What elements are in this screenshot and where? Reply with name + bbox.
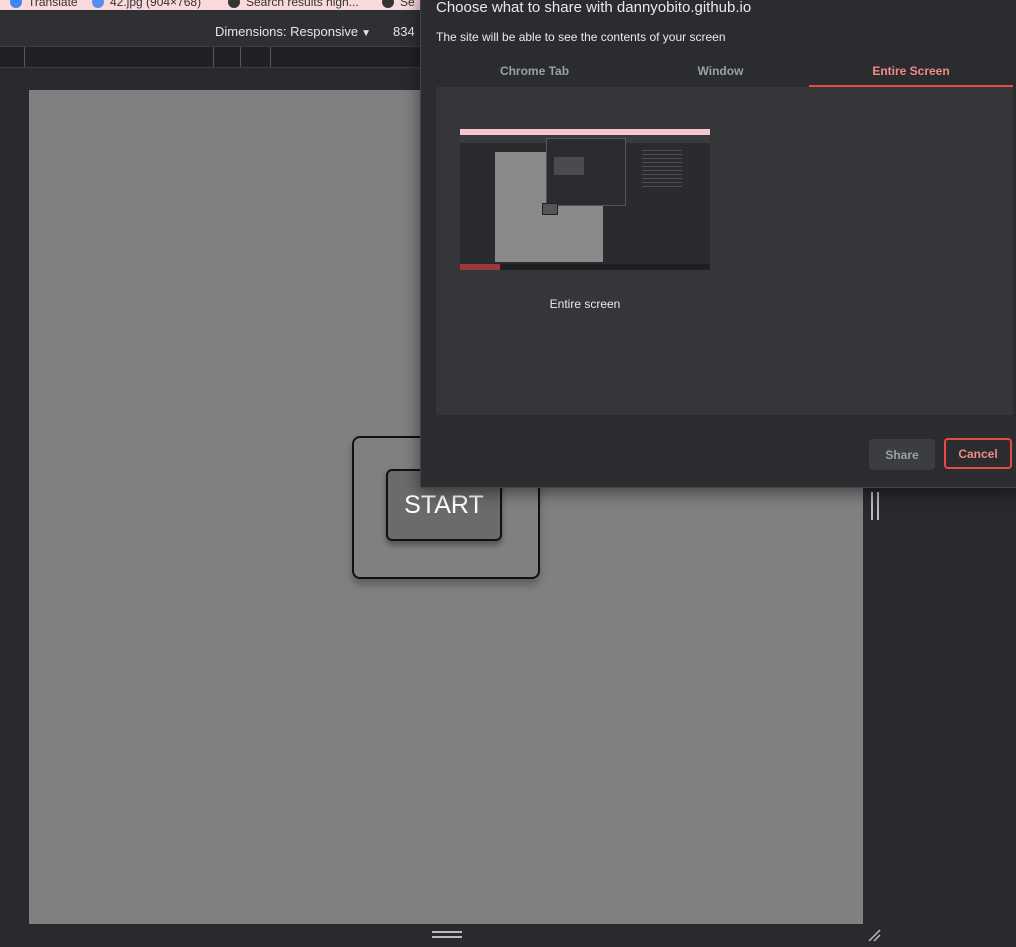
ruler-tick: [24, 47, 25, 67]
share-screen-dialog: Choose what to share with dannyobito.git…: [420, 0, 1016, 488]
ruler-tick: [213, 47, 214, 67]
caret-down-icon: ▼: [361, 28, 371, 39]
share-tabs: Chrome Tab Window Entire Screen: [436, 56, 1013, 88]
thumb-detail: [542, 203, 558, 215]
width-input[interactable]: 834: [393, 24, 415, 39]
thumb-detail: [460, 264, 500, 270]
dialog-title: Choose what to share with dannyobito.git…: [436, 0, 752, 16]
translate-icon: [10, 0, 22, 8]
resize-handle-right[interactable]: [871, 492, 879, 520]
share-button[interactable]: Share: [869, 439, 935, 470]
globe-icon: [382, 0, 394, 8]
bookmark-label: 42.jpg (904×768): [110, 0, 202, 9]
resize-grip-icon[interactable]: [866, 927, 882, 943]
bookmark-label: Translate: [28, 0, 78, 9]
thumb-detail: [642, 147, 682, 187]
bookmark-image[interactable]: 42.jpg (904×768): [92, 0, 201, 9]
thumb-detail: [554, 157, 584, 175]
tab-chrome-tab[interactable]: Chrome Tab: [436, 56, 633, 86]
image-icon: [92, 0, 104, 8]
tab-entire-screen[interactable]: Entire Screen: [809, 56, 1013, 87]
entire-screen-thumbnail[interactable]: [460, 129, 710, 270]
dialog-subtitle: The site will be able to see the content…: [436, 30, 726, 44]
bookmark-label: Search results high...: [246, 0, 359, 9]
cancel-button[interactable]: Cancel: [944, 438, 1012, 469]
dimensions-label: Dimensions: Responsive: [215, 24, 359, 39]
source-panel: Entire screen: [436, 87, 1013, 415]
ruler-tick: [270, 47, 271, 67]
bookmark-translate[interactable]: Translate: [10, 0, 78, 9]
globe-icon: [228, 0, 240, 8]
ruler-tick: [240, 47, 241, 67]
entire-screen-label: Entire screen: [549, 297, 621, 311]
resize-handle-bottom[interactable]: [432, 931, 462, 939]
bookmark-other[interactable]: Se: [382, 0, 415, 9]
tab-window[interactable]: Window: [633, 56, 808, 86]
bookmark-search[interactable]: Search results high...: [228, 0, 359, 9]
bookmark-label: Se: [400, 0, 415, 9]
dimensions-dropdown[interactable]: Dimensions: Responsive ▼: [215, 24, 371, 39]
